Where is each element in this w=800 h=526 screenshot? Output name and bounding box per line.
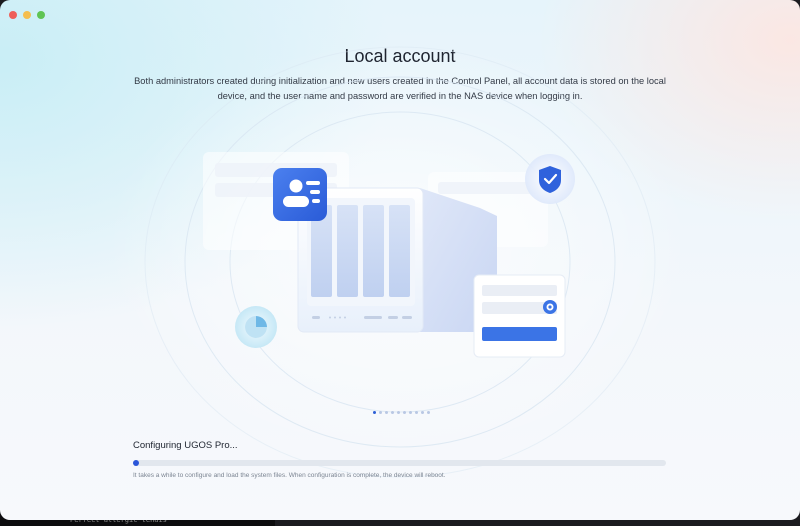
carousel-dot[interactable] xyxy=(409,411,412,414)
carousel-dot[interactable] xyxy=(421,411,424,414)
progress-title: Configuring UGOS Pro... xyxy=(133,440,238,451)
carousel-dot[interactable] xyxy=(391,411,394,414)
carousel-dot[interactable] xyxy=(427,411,430,414)
nas-device-icon xyxy=(297,187,497,333)
login-button-illustration xyxy=(482,327,557,341)
eye-icon xyxy=(543,300,557,314)
progress-bar xyxy=(133,460,666,466)
login-card-illustration xyxy=(473,274,566,358)
carousel-dot[interactable] xyxy=(397,411,400,414)
progress-note: It takes a while to configure and load t… xyxy=(133,472,446,479)
local-account-illustration xyxy=(144,46,656,478)
progress-bar-fill xyxy=(133,460,139,466)
pie-chart-icon xyxy=(235,306,277,348)
carousel-pager xyxy=(373,411,430,414)
carousel-dot[interactable] xyxy=(385,411,388,414)
carousel-dot[interactable] xyxy=(415,411,418,414)
user-card-icon xyxy=(273,168,327,221)
app-window: Local account Both administrators create… xyxy=(0,0,800,520)
carousel-dot[interactable] xyxy=(379,411,382,414)
carousel-dot[interactable] xyxy=(403,411,406,414)
shield-check-icon xyxy=(525,154,575,204)
carousel-dot[interactable] xyxy=(373,411,376,414)
